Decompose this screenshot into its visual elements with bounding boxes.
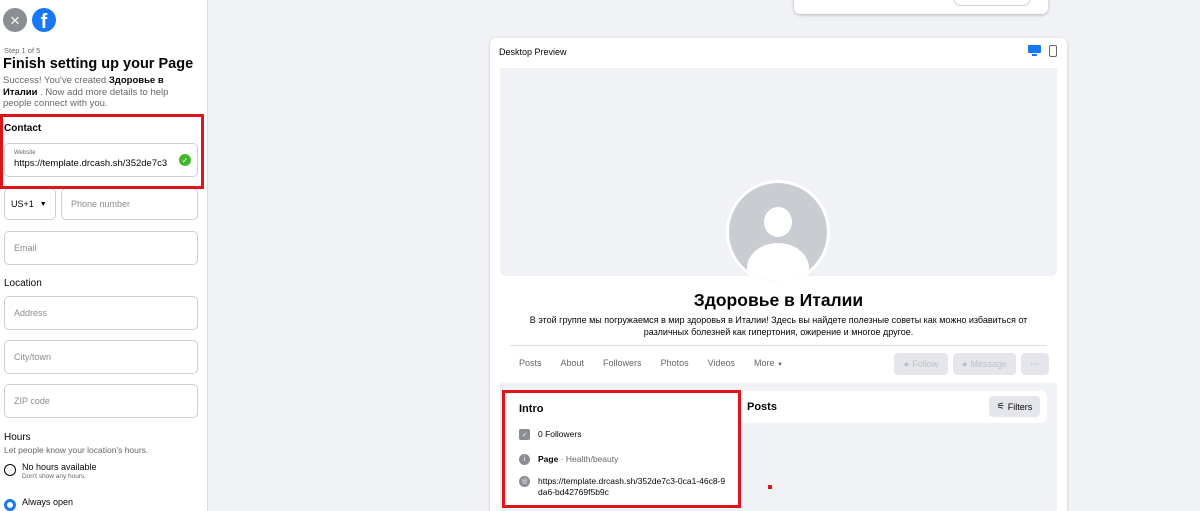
page-description: В этой группе мы погружаемся в мир здоро… (529, 315, 1028, 337)
messenger-icon: ● (962, 359, 968, 369)
follow-icon: ● (903, 359, 910, 369)
filters-label: Filters (1007, 401, 1033, 412)
page-name: Здоровье в Италии (693, 290, 864, 310)
option-label: No hours available (22, 462, 97, 472)
country-code-value: US+1 (11, 199, 34, 209)
email-field[interactable]: Email (4, 231, 198, 265)
page-tabs: Posts About Followers Photos Videos More… (519, 358, 783, 368)
subtitle-text: Success! You've created (3, 75, 109, 86)
no-hours-option[interactable]: No hours available Don't show any hours. (4, 462, 97, 480)
city-field[interactable]: City/town (4, 340, 198, 374)
intro-highlight-box (502, 390, 741, 508)
facebook-logo-icon[interactable]: f (32, 8, 56, 33)
country-code-select[interactable]: US+1 ▼ (4, 188, 56, 220)
filters-button[interactable]: ⚟ Filters (989, 396, 1040, 417)
red-marker (768, 485, 772, 489)
message-label: Message (970, 359, 1007, 369)
tab-more[interactable]: More ▼ (754, 358, 783, 368)
step-indicator: Step 1 of 5 (4, 46, 41, 55)
page-title: Finish setting up your Page (3, 56, 194, 72)
radio-button-selected[interactable] (4, 499, 16, 511)
tab-followers[interactable]: Followers (603, 358, 642, 368)
tab-about[interactable]: About (561, 358, 585, 368)
tab-photos[interactable]: Photos (661, 358, 689, 368)
hours-description: Let people know your location's hours. (4, 445, 149, 455)
setup-subtitle: Success! You've created Здоровье в Итали… (3, 75, 198, 110)
setup-sidebar: × f Step 1 of 5 Finish setting up your P… (0, 0, 208, 511)
sidebar-topbar: × f (3, 8, 56, 33)
tab-posts[interactable]: Posts (519, 358, 542, 368)
close-icon[interactable]: × (3, 8, 27, 32)
option-sub: Don't show any hours. (22, 473, 87, 480)
top-popup (794, 0, 1048, 14)
message-button[interactable]: ● Message (953, 353, 1016, 375)
zip-code-field[interactable]: ZIP code (4, 384, 198, 418)
default-avatar-icon (729, 183, 827, 281)
tab-more-label: More (753, 358, 775, 368)
posts-title: Posts (747, 401, 777, 413)
profile-avatar (726, 180, 830, 284)
desktop-icon[interactable] (1028, 45, 1041, 56)
popup-button[interactable] (953, 0, 1031, 6)
contact-highlight-box (0, 114, 204, 189)
hours-label: Hours (4, 432, 31, 443)
divider (510, 345, 1047, 346)
posts-card: Posts ⚟ Filters (740, 391, 1047, 423)
mobile-icon[interactable] (1049, 45, 1057, 57)
phone-number-field[interactable]: Phone number (61, 188, 198, 220)
page-actions: ● Follow ● Message ··· (894, 353, 1049, 375)
always-open-option[interactable]: Always open (4, 497, 73, 511)
address-field[interactable]: Address (4, 296, 198, 330)
follow-label: Follow (912, 359, 939, 369)
radio-button[interactable] (4, 464, 16, 476)
option-label: Always open (22, 497, 74, 507)
location-label: Location (4, 278, 42, 289)
caret-down-icon: ▼ (39, 200, 47, 208)
caret-down-icon: ▼ (776, 362, 783, 368)
follow-button[interactable]: ● Follow (894, 353, 948, 375)
more-actions-button[interactable]: ··· (1021, 353, 1049, 375)
device-toggle (1028, 45, 1057, 57)
filters-icon: ⚟ (996, 401, 1005, 411)
tab-videos[interactable]: Videos (708, 358, 735, 368)
preview-title: Desktop Preview (499, 47, 567, 57)
